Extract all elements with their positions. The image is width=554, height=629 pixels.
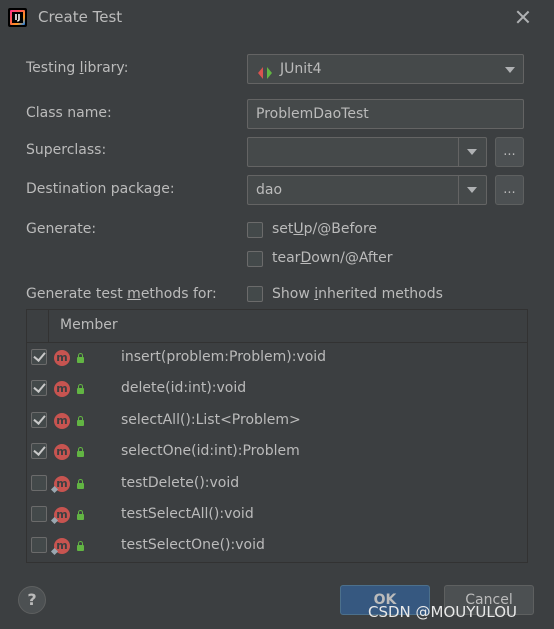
- window-title: Create Test: [38, 8, 123, 26]
- member-name: selectOne(id:int):Problem: [121, 443, 300, 460]
- member-column-header[interactable]: Member: [60, 317, 118, 333]
- lock-icon: [77, 353, 84, 363]
- superclass-combo[interactable]: [247, 137, 487, 167]
- row-checkbox[interactable]: [31, 474, 47, 491]
- setup-checkbox[interactable]: [247, 222, 263, 238]
- superclass-browse-button[interactable]: ...: [495, 137, 524, 167]
- member-name: insert(problem:Problem):void: [121, 349, 327, 365]
- class-name-label: Class name:: [26, 105, 112, 121]
- testing-library-value: JUnit4: [280, 61, 322, 77]
- superclass-dropdown-button[interactable]: [458, 138, 486, 166]
- row-checkbox[interactable]: [31, 411, 47, 428]
- lock-icon: [77, 541, 84, 552]
- close-icon[interactable]: [512, 7, 534, 29]
- chevron-down-icon: [467, 149, 477, 155]
- row-checkbox[interactable]: [31, 349, 47, 365]
- table-row[interactable]: m insert(problem:Problem):void: [27, 343, 527, 374]
- help-button[interactable]: ?: [18, 586, 46, 614]
- members-table: Member m insert(problem:Problem):void m del…: [26, 309, 528, 563]
- destination-package-label: Destination package:: [26, 181, 175, 197]
- lock-icon: [77, 415, 84, 426]
- superclass-label: Superclass:: [26, 142, 107, 158]
- check-icon: [33, 443, 46, 457]
- destination-package-dropdown-button[interactable]: [458, 176, 486, 204]
- destination-package-value: dao: [256, 182, 283, 198]
- check-icon: [33, 380, 46, 394]
- lock-icon: [77, 478, 84, 489]
- intellij-logo-icon: IJ: [8, 8, 27, 27]
- row-checkbox[interactable]: [31, 443, 47, 460]
- method-icon: m: [54, 350, 70, 366]
- check-icon: [33, 349, 46, 362]
- teardown-label[interactable]: tearDown/@After: [272, 250, 392, 266]
- chevron-down-icon: [505, 67, 515, 73]
- row-checkbox[interactable]: [31, 537, 47, 554]
- setup-label[interactable]: setUp/@Before: [272, 221, 377, 237]
- teardown-checkbox[interactable]: [247, 251, 263, 267]
- chevron-down-icon: [467, 187, 477, 193]
- generate-label: Generate:: [26, 221, 97, 237]
- testing-library-select[interactable]: JUnit4: [247, 54, 524, 84]
- member-name: testSelectAll():void: [121, 506, 254, 522]
- lock-icon: [77, 384, 84, 395]
- member-name: testDelete():void: [121, 474, 240, 491]
- watermark: CSDN @MOUYULOU: [368, 603, 518, 621]
- method-icon: m: [54, 381, 70, 398]
- junit-icon: [258, 62, 272, 79]
- title-bar: IJ Create Test: [0, 0, 554, 36]
- show-inherited-label[interactable]: Show inherited methods: [272, 286, 443, 302]
- lock-icon: [77, 447, 84, 458]
- member-name: testSelectOne():void: [121, 537, 265, 554]
- testing-library-label: Testing library:: [26, 60, 129, 76]
- row-checkbox[interactable]: [31, 380, 47, 397]
- lock-icon: [77, 510, 84, 520]
- table-row[interactable]: m testDelete():void: [27, 469, 527, 500]
- table-row[interactable]: m testSelectAll():void: [27, 500, 527, 531]
- methods-for-label: Generate test methods for:: [26, 286, 217, 302]
- table-row[interactable]: m selectAll():List<Problem>: [27, 406, 527, 437]
- show-inherited-checkbox[interactable]: [247, 286, 263, 302]
- member-name: delete(id:int):void: [121, 380, 247, 397]
- class-name-input[interactable]: ProblemDaoTest: [247, 99, 524, 129]
- destination-package-browse-button[interactable]: ...: [495, 175, 524, 205]
- method-icon: m: [54, 412, 70, 429]
- table-row[interactable]: m delete(id:int):void: [27, 374, 527, 405]
- destination-package-combo[interactable]: dao: [247, 175, 487, 205]
- check-icon: [33, 411, 46, 425]
- method-icon: m: [54, 444, 70, 461]
- table-row[interactable]: m selectOne(id:int):Problem: [27, 437, 527, 468]
- member-name: selectAll():List<Problem>: [121, 411, 301, 428]
- row-checkbox[interactable]: [31, 506, 47, 522]
- table-header: Member: [27, 310, 527, 343]
- table-row[interactable]: m testSelectOne():void: [27, 531, 527, 562]
